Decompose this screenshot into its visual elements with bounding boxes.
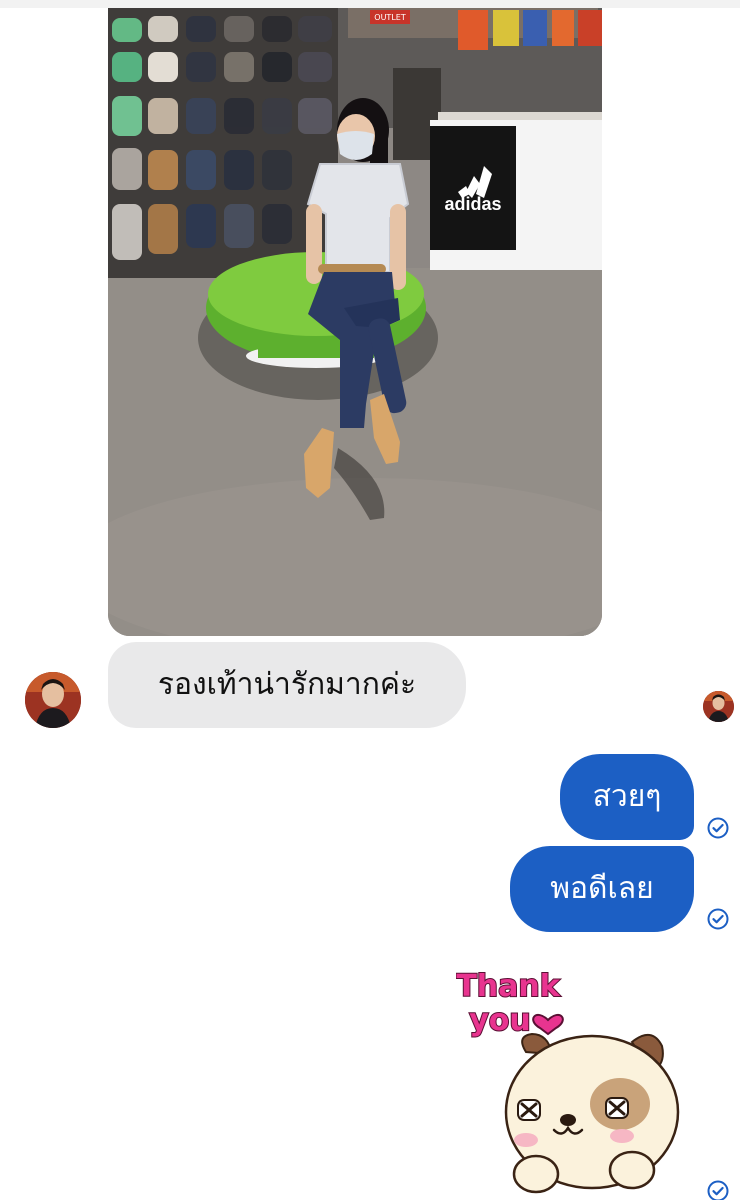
sticker-thank-text: Thank [456,969,560,1004]
avatar [703,691,734,722]
thank-you-sticker[interactable]: Thank you [455,962,688,1200]
puppy-sticker-illustration: Thank you [455,968,680,1194]
photo-message[interactable]: OUTLET adidas [108,8,602,636]
read-receipt-check-icon [707,908,729,930]
top-divider [0,0,740,8]
avatar [25,672,81,728]
store-photo: OUTLET adidas [108,8,602,636]
read-receipt-check-icon [707,817,729,839]
outgoing-message-bubble-2[interactable]: พอดีเลย [510,846,694,932]
read-receipt-check-icon [707,1180,729,1200]
sender-avatar[interactable] [25,672,81,728]
outgoing-message-bubble-1[interactable]: สวยๆ [560,754,694,840]
adidas-logo-text: adidas [444,194,501,214]
heart-icon [532,1014,564,1036]
incoming-message-bubble[interactable]: รองเท้าน่ารักมากค่ะ [108,642,466,728]
read-receipt-avatar [703,691,734,722]
outgoing-message-text-2: พอดีเลย [550,871,654,906]
chat-conversation: OUTLET adidas รองเท้าน่ารักมากค่ะ สวยๆ พ… [0,0,740,1200]
sticker-you-text: you [469,1003,531,1038]
outgoing-message-text-1: สวยๆ [592,779,662,814]
outlet-sign: OUTLET [374,13,406,22]
incoming-message-text: รองเท้าน่ารักมากค่ะ [157,667,417,702]
